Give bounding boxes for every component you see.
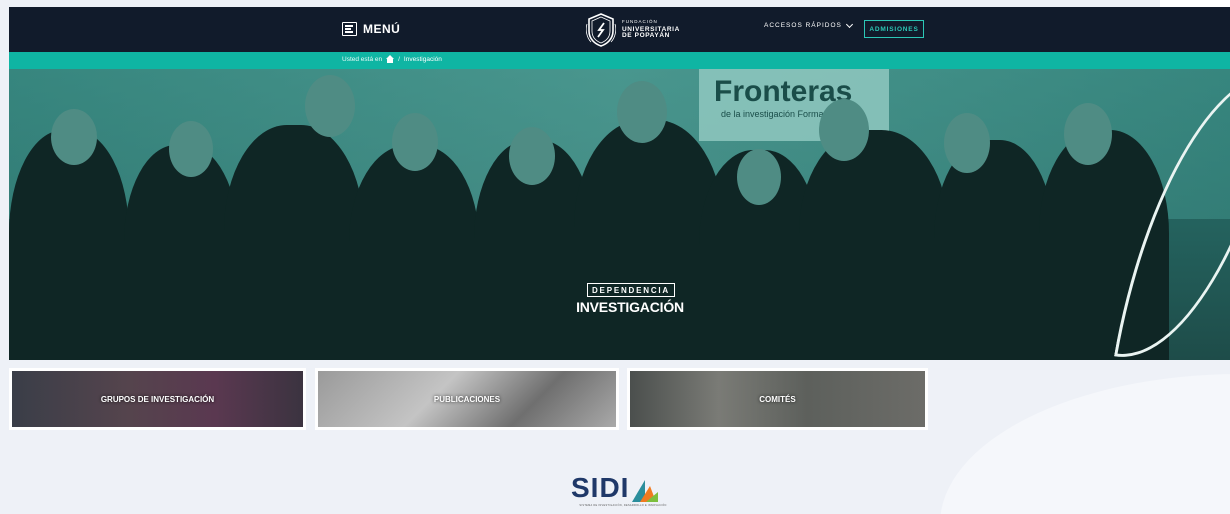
card-label: COMITÉS [759, 394, 796, 404]
shield-logo-icon [586, 13, 616, 47]
menu-icon [342, 22, 357, 36]
home-icon[interactable] [386, 55, 395, 63]
card-label: PUBLICACIONES [433, 394, 501, 404]
card-label: GRUPOS DE INVESTIGACIÓN [100, 394, 215, 404]
university-logo[interactable]: FUNDACIÓN UNIVERSITARIA DE POPAYÁN [586, 11, 680, 49]
top-nav-bar: MENÚ FUNDACIÓN UNIVERSITARIA DE POPAYÁN … [9, 7, 1230, 52]
chevron-down-icon [845, 20, 853, 28]
corner-decoration-bottom [940, 374, 1230, 514]
menu-button[interactable]: MENÚ [342, 18, 400, 40]
hero-kicker: DEPENDENCIA [587, 283, 675, 297]
quick-access-label: ACCESOS RÁPIDOS [764, 22, 842, 29]
menu-label: MENÚ [363, 22, 401, 36]
admissions-button[interactable]: ADMISIONES [864, 20, 924, 38]
page-title: INVESTIGACIÓN [576, 299, 684, 315]
logo-line-1: FUNDACIÓN [622, 19, 658, 25]
card-publications[interactable]: PUBLICACIONES [315, 368, 619, 430]
logo-wordmark: FUNDACIÓN UNIVERSITARIA DE POPAYÁN [622, 20, 680, 40]
breadcrumb-current: Investigación [403, 55, 442, 63]
card-committees[interactable]: COMITÉS [627, 368, 928, 430]
card-research-groups[interactable]: GRUPOS DE INVESTIGACIÓN [9, 368, 306, 430]
sidi-mark-icon [632, 480, 659, 502]
logo-line-3: DE POPAYÁN [622, 32, 670, 40]
sidi-logo-text: SIDI [571, 472, 630, 503]
quick-access-dropdown[interactable]: ACCESOS RÁPIDOS [764, 20, 853, 29]
breadcrumb-bar: Usted está en / Investigación [9, 52, 1230, 69]
sidi-logo-subtitle: SISTEMA DE INVESTIGACIÓN, DESARROLLO E I… [579, 504, 667, 507]
sidi-logo: SIDI [571, 472, 659, 503]
breadcrumb-separator: / [398, 55, 400, 63]
breadcrumb: Usted está en / Investigación [342, 55, 442, 63]
hero-banner: Fronteras de la investigación Formativa … [9, 69, 1230, 360]
breadcrumb-prefix: Usted está en [342, 55, 383, 63]
